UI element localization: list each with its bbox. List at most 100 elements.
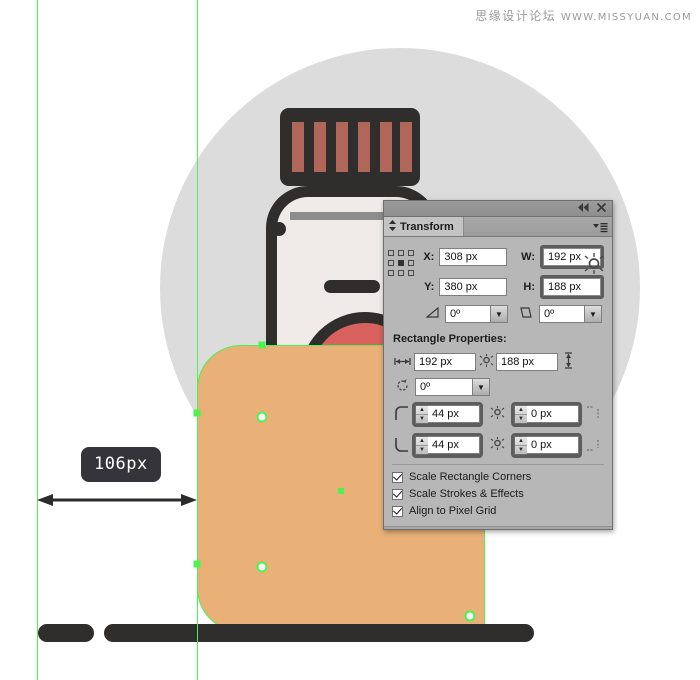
corner-round-tl-icon[interactable] — [392, 405, 412, 424]
watermark-chinese: 思缘设计论坛 — [475, 9, 557, 23]
vertical-guide-right — [197, 0, 198, 680]
rectangle-properties-title: Rectangle Properties: — [393, 333, 507, 345]
corner-br-stepper-box[interactable]: ▲ ▼ — [511, 433, 582, 458]
ground-bar-long[interactable] — [104, 624, 534, 642]
height-measure-icon — [558, 352, 578, 372]
panel-menu-icon[interactable] — [592, 220, 608, 234]
corner-tl-stepper[interactable]: ▲ ▼ — [415, 405, 428, 424]
checkbox-label-scale-rectangle-corners: Scale Rectangle Corners — [409, 471, 532, 483]
w-label: W: — [521, 251, 535, 263]
h-label: H: — [523, 281, 535, 293]
panel-tab-row[interactable]: Transform — [384, 217, 612, 237]
shear-angle-icon — [516, 307, 536, 321]
measurement-double-arrow — [37, 494, 197, 506]
chevron-down-icon[interactable]: ▼ — [585, 305, 602, 323]
cap-stripe — [314, 122, 326, 172]
corner-tl-input[interactable] — [428, 405, 480, 423]
rotate-select[interactable]: ▼ — [445, 305, 508, 323]
link-corner-radii-broken-link-icon[interactable] — [487, 406, 507, 423]
ref-point-middle-right[interactable] — [408, 260, 414, 266]
watermark: 思缘设计论坛 WWW.MISSYUAN.COM — [475, 7, 692, 24]
rect-rotation-select[interactable]: ▼ — [415, 378, 490, 396]
bounding-box-center-point — [338, 488, 344, 494]
constrain-proportions-broken-link-icon[interactable] — [476, 353, 496, 371]
row-y-h: Y: H: — [392, 275, 604, 299]
rect-height-input[interactable] — [496, 353, 558, 371]
corner-bl-stepper[interactable]: ▲ ▼ — [415, 436, 428, 455]
ref-point-top-right[interactable] — [408, 250, 414, 256]
chevron-down-icon[interactable]: ▼ — [491, 305, 508, 323]
corner-square-tr-icon[interactable] — [582, 405, 602, 424]
x-label: X: — [423, 251, 435, 263]
cap-stripe — [358, 122, 370, 172]
link-corner-radii-broken-link-icon-2[interactable] — [487, 437, 507, 454]
transform-panel[interactable]: Transform X: W: Y: — [383, 200, 613, 530]
corner-radius-widget-top-left[interactable] — [256, 411, 268, 423]
row-rect-width-height — [392, 352, 604, 372]
bottle-neck-nub-left — [272, 222, 286, 236]
measurement-label: 106px — [81, 447, 161, 482]
checkbox-scale-strokes-effects[interactable] — [392, 488, 403, 500]
bottle-cap-shape[interactable] — [280, 108, 420, 186]
width-measure-icon — [392, 355, 412, 369]
panel-dock-bar[interactable] — [384, 201, 612, 217]
ref-point-center[interactable] — [398, 260, 404, 266]
rotate-input[interactable] — [445, 305, 491, 323]
corner-br-stepper[interactable]: ▲ ▼ — [514, 436, 527, 455]
corner-round-bl-icon[interactable] — [392, 437, 412, 455]
checkbox-scale-rectangle-corners[interactable] — [392, 471, 403, 483]
checkbox-align-to-pixel-grid[interactable] — [392, 505, 403, 517]
watermark-url: WWW.MISSYUAN.COM — [560, 12, 692, 23]
ref-point-top-center[interactable] — [398, 250, 404, 256]
ref-point-top-left[interactable] — [388, 250, 394, 256]
row-corner-top: ▲▼ ▲▼ — [392, 402, 604, 427]
rect-width-input[interactable] — [414, 353, 476, 371]
collapse-panel-icon[interactable] — [578, 202, 589, 215]
h-input[interactable] — [543, 278, 601, 296]
anchor-point[interactable] — [258, 341, 266, 349]
corner-tr-input[interactable] — [527, 405, 579, 423]
corner-bl-stepper-box[interactable]: ▲ ▼ — [412, 433, 483, 458]
rotate-angle-icon — [422, 306, 442, 321]
rect-rotation-input[interactable] — [415, 378, 473, 396]
corner-bl-input[interactable] — [428, 436, 480, 454]
reference-point-grid[interactable] — [388, 250, 416, 278]
cap-stripe — [336, 122, 348, 172]
close-icon[interactable] — [596, 202, 607, 215]
corner-tl-stepper-box[interactable]: ▲ ▼ — [412, 402, 483, 427]
corner-br-input[interactable] — [527, 436, 579, 454]
corner-tr-stepper[interactable]: ▲ ▼ — [514, 405, 527, 424]
row-corner-bottom: ▲▼ ▲▼ — [392, 433, 604, 458]
row-rotate-shear: ▼ ▼ — [392, 305, 604, 323]
ref-point-middle-left[interactable] — [388, 260, 394, 266]
y-input[interactable] — [439, 278, 508, 296]
shear-input[interactable] — [539, 305, 585, 323]
panel-options-checkboxes: Scale Rectangle Corners Scale Strokes & … — [392, 464, 604, 517]
wh-constrain-broken-link-icon[interactable] — [583, 252, 605, 276]
checkbox-label-scale-strokes-effects: Scale Strokes & Effects — [409, 488, 524, 500]
row-rect-rotation: ▼ — [392, 378, 604, 396]
corner-radius-widget-bottom-right[interactable] — [464, 610, 476, 622]
x-input[interactable] — [439, 248, 508, 266]
corner-tr-stepper-box[interactable]: ▲ ▼ — [511, 402, 582, 427]
tab-transform[interactable]: Transform — [384, 217, 464, 236]
ref-point-bottom-right[interactable] — [408, 270, 414, 276]
checkbox-row-align-to-pixel-grid[interactable]: Align to Pixel Grid — [392, 505, 604, 517]
ground-bar-short[interactable] — [38, 624, 94, 642]
h-input-highlight — [540, 275, 604, 299]
rotation-icon — [392, 378, 412, 396]
corner-square-br-icon[interactable] — [582, 437, 602, 455]
corner-radius-widget-bottom-left[interactable] — [256, 561, 268, 573]
row-x-w: X: W: — [392, 245, 604, 269]
panel-bottom-edge — [384, 526, 612, 529]
ref-point-bottom-center[interactable] — [398, 270, 404, 276]
cap-stripe — [380, 122, 392, 172]
ref-point-bottom-left[interactable] — [388, 270, 394, 276]
cap-stripe — [292, 122, 304, 172]
checkbox-row-scale-rectangle-corners[interactable]: Scale Rectangle Corners — [392, 471, 604, 483]
chevron-down-icon[interactable]: ▼ — [473, 378, 490, 396]
checkbox-row-scale-strokes-effects[interactable]: Scale Strokes & Effects — [392, 488, 604, 500]
vertical-guide-left — [37, 0, 38, 680]
shear-select[interactable]: ▼ — [539, 305, 602, 323]
bottle-label-dash — [324, 280, 380, 293]
